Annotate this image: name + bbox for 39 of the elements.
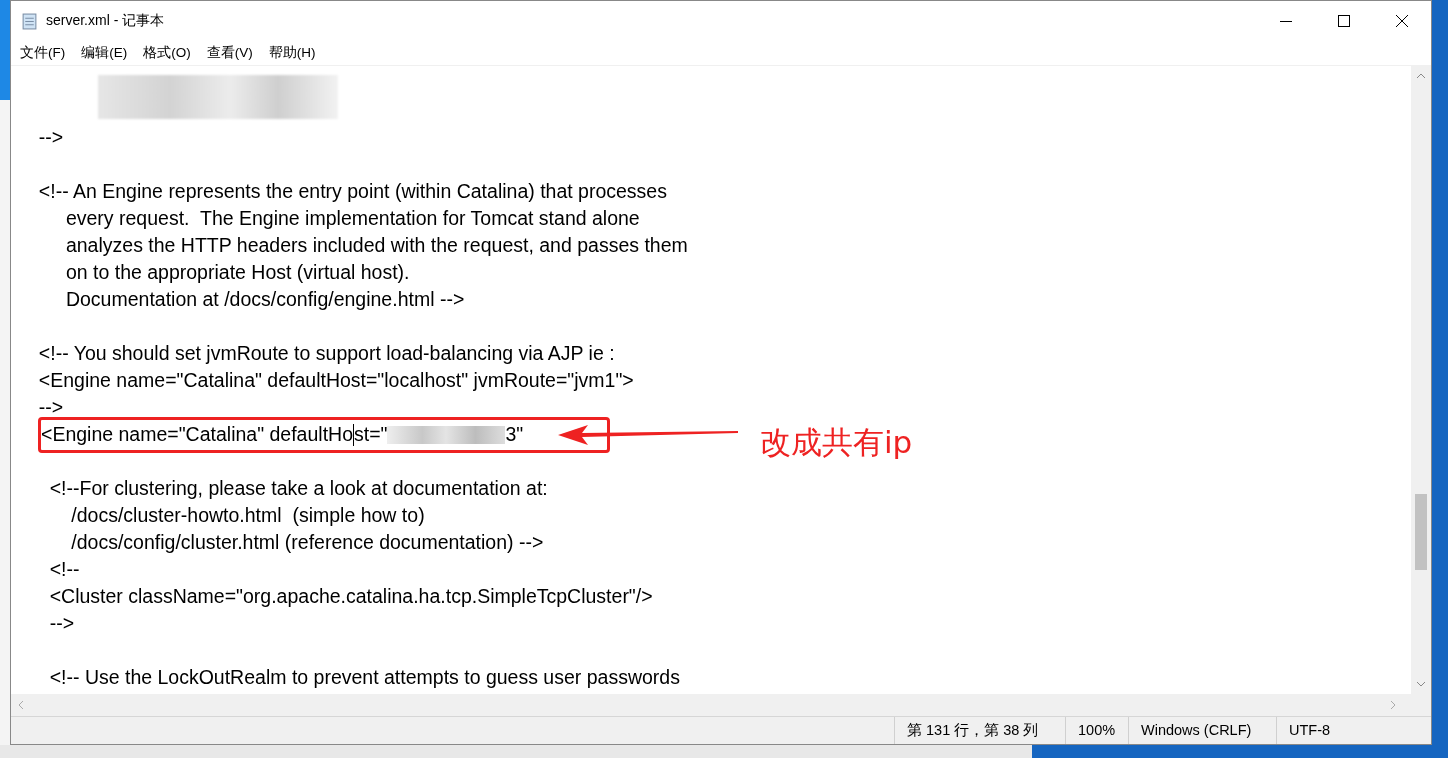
annotation-text: 改成共有ip (760, 422, 913, 462)
menu-item[interactable]: 格式(O) (135, 44, 199, 62)
code-line: 3" (505, 422, 524, 447)
code-line: <!-- You should set jvmRoute to support load-balancing via AJP ie : (37, 341, 615, 366)
code-line: <Engine name="Catalina" defaultHost="localhost" jvmRoute="jvm1"> (37, 368, 634, 393)
code-line: /docs/config/cluster.html (reference documentation) --> (70, 530, 544, 555)
code-line: --> (48, 611, 75, 636)
menu-item[interactable]: 查看(V) (198, 44, 261, 62)
window-title: server.xml - 记事本 (46, 12, 165, 30)
scroll-right-icon[interactable] (1389, 700, 1397, 710)
code-line: every request. The Engine implementation for Tomcat stand alone (64, 206, 640, 231)
code-line: analyzes the HTTP headers included with the request, and passes them (64, 233, 688, 258)
code-line: /docs/cluster-howto.html (simple how to) (70, 503, 425, 528)
status-text: Windows (CRLF) (1128, 717, 1276, 744)
maximize-icon (1338, 15, 1350, 27)
text-cursor (353, 423, 354, 446)
menu-item[interactable]: 文件(F) (12, 44, 74, 62)
code-line: <!-- Use the LockOutRealm to prevent attempts to guess user passwords (48, 665, 680, 690)
code-line: Documentation at /docs/config/engine.html --> (64, 287, 465, 312)
menu-item[interactable]: 帮助(H) (260, 44, 324, 62)
code-line: on to the appropriate Host (virtual host). (64, 260, 410, 285)
code-line: <!-- An Engine represents the entry point (within Catalina) that processes (37, 179, 667, 204)
code-line: <!--For clustering, please take a look at documentation at: (48, 476, 548, 501)
code-line: <!-- (48, 557, 80, 582)
scroll-left-icon[interactable] (17, 700, 25, 710)
scroll-down-icon[interactable] (1416, 680, 1426, 688)
code-line: st=" (354, 422, 388, 447)
menu-item[interactable]: 编辑(E) (73, 44, 136, 62)
notepad-icon (21, 12, 38, 30)
status-text: UTF-8 (1276, 717, 1431, 744)
scrollbar-thumb[interactable] (1415, 494, 1427, 570)
code-line: --> (37, 395, 64, 420)
code-line: <Cluster className="org.apache.catalina.ha.tcp.SimpleTcpCluster"/> (48, 584, 653, 609)
status-text: 第 131 行，第 38 列 (894, 717, 1065, 744)
close-icon (1396, 15, 1408, 27)
code-line: --> (37, 125, 64, 150)
scroll-up-icon[interactable] (1416, 72, 1426, 80)
status-text: 100% (1065, 717, 1128, 744)
code-line: <Engine name="Catalina" defaultHo (41, 422, 353, 447)
